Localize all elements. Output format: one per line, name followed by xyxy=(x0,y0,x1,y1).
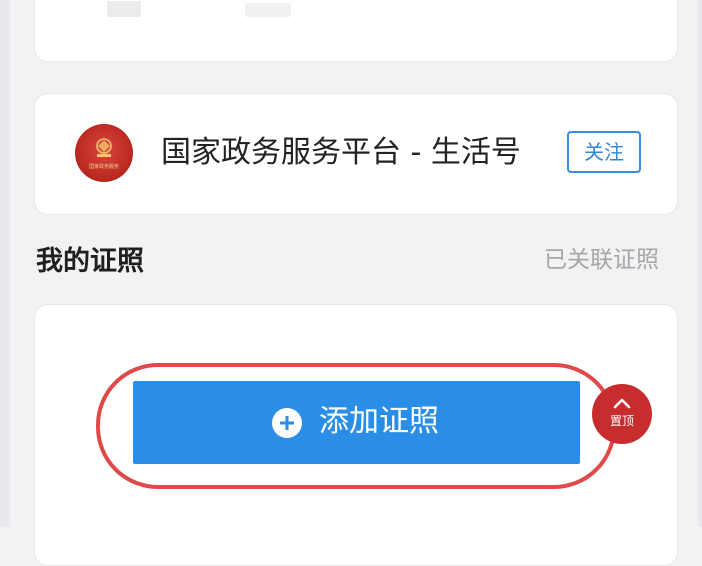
follow-button[interactable]: 关注 xyxy=(567,131,641,173)
section-title: 我的证照 xyxy=(36,246,144,277)
blurred-content xyxy=(107,1,141,17)
to-top-label: 置顶 xyxy=(609,414,634,428)
right-edge xyxy=(698,0,702,527)
previous-card xyxy=(34,0,678,62)
arrow-up-icon xyxy=(613,398,631,409)
emblem-symbol xyxy=(96,138,112,158)
service-account-card[interactable]: 国家政务服务 国家政务服务平台 - 生活号 关注 xyxy=(34,93,678,215)
national-emblem-icon: 国家政务服务 xyxy=(75,124,133,182)
emblem-caption: 国家政务服务 xyxy=(88,164,119,170)
linked-licenses-link[interactable]: 已关联证照 xyxy=(544,244,659,276)
to-top-button[interactable]: 置顶 xyxy=(592,384,652,444)
blurred-content xyxy=(245,3,291,17)
service-name: 国家政务服务平台 - 生活号 xyxy=(161,135,521,170)
highlight-annotation xyxy=(96,363,616,489)
left-edge xyxy=(0,0,10,527)
